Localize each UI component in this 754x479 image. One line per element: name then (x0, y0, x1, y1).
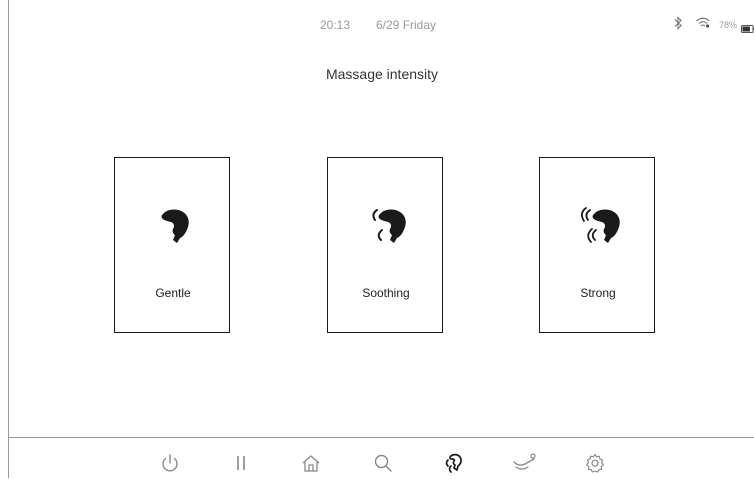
pause-button[interactable] (228, 450, 254, 476)
home-icon (302, 455, 320, 472)
option-soothing-label: Soothing (362, 286, 410, 300)
battery-icon (741, 20, 754, 38)
screen: 20:13 6/29 Friday 78% Massage intensity … (8, 0, 754, 478)
massage-hand-icon (445, 453, 462, 473)
status-bar: 20:13 6/29 Friday 78% (9, 0, 754, 50)
hand-gentle-icon (115, 202, 231, 248)
bluetooth-icon (673, 16, 683, 35)
option-gentle-label: Gentle (155, 286, 191, 300)
pause-icon (237, 456, 245, 470)
hand-strong-icon (540, 202, 656, 248)
massage-hand-button[interactable] (441, 450, 467, 476)
option-soothing-card[interactable]: Soothing (327, 157, 443, 333)
option-strong-card[interactable]: Strong (539, 157, 655, 333)
recline-button[interactable] (512, 450, 538, 476)
wifi-icon (695, 16, 711, 35)
search-icon (374, 454, 392, 472)
battery-percent: 78% (719, 20, 738, 30)
clock: 20:13 (320, 18, 351, 32)
search-button[interactable] (370, 450, 396, 476)
settings-button[interactable] (582, 450, 608, 476)
gear-icon (586, 453, 604, 473)
home-button[interactable] (298, 450, 324, 476)
option-strong-label: Strong (580, 286, 616, 300)
recline-chair-icon (513, 453, 536, 470)
bottom-nav-bar (9, 437, 754, 479)
power-icon (162, 454, 178, 472)
date: 6/29 Friday (376, 18, 437, 32)
page-title: Massage intensity (325, 66, 439, 82)
power-button[interactable] (157, 450, 183, 476)
option-gentle-card[interactable]: Gentle (114, 157, 230, 333)
hand-soothing-icon (328, 202, 444, 248)
